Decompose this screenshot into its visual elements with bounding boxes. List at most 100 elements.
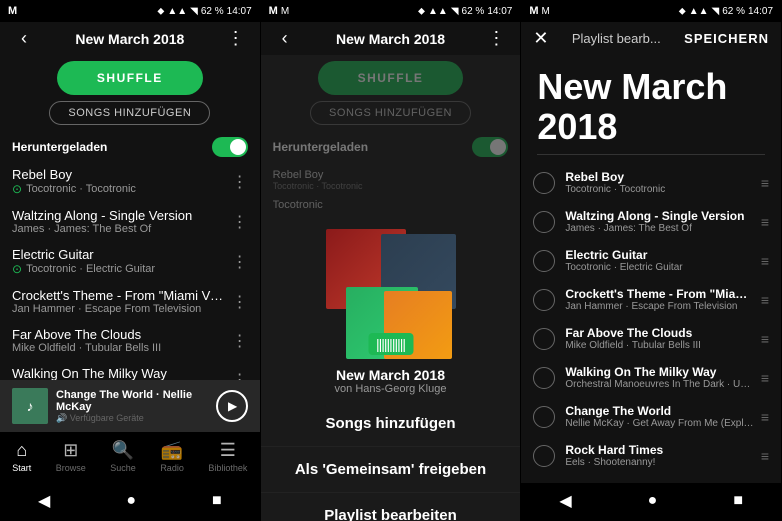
panel3-header: ✕ Playlist bearb... SPEICHERN	[521, 22, 781, 55]
track-more-3[interactable]: ⋮	[224, 252, 248, 272]
track-more-2[interactable]: ⋮	[224, 212, 248, 232]
track-more-5[interactable]: ⋮	[224, 331, 248, 351]
track-meta-4: Jan Hammer · Escape From Television	[12, 303, 224, 315]
drag-handle-3[interactable]: ≡	[755, 253, 769, 269]
android-back-1[interactable]: ◀	[18, 487, 70, 515]
edit-track-8[interactable]: Rock Hard Times Eels · Shootenanny! ≡	[521, 436, 781, 475]
back-icon-1[interactable]: ‹	[12, 28, 36, 49]
panel1-header: ‹ New March 2018 ⋮	[0, 22, 260, 55]
android-home-1[interactable]: ●	[106, 488, 156, 514]
remove-circle-7[interactable]	[533, 406, 555, 428]
nav-radio-1[interactable]: 📻 Radio	[160, 440, 184, 473]
remove-circle-1[interactable]	[533, 172, 555, 194]
shuffle-button-2[interactable]: SHUFFLE	[318, 61, 464, 95]
edit-track-1[interactable]: Rebel Boy Tocotronic · Tocotronic ≡	[521, 163, 781, 202]
browse-icon-1: ⊞	[63, 440, 78, 461]
nav-start-1[interactable]: ⌂ Start	[12, 440, 31, 473]
edit-track-7[interactable]: Change The World Nellie McKay · Get Away…	[521, 397, 781, 436]
android-recent-1[interactable]: ■	[192, 488, 242, 514]
speichern-button[interactable]: SPEICHERN	[684, 31, 769, 46]
drag-handle-2[interactable]: ≡	[755, 214, 769, 230]
bluetooth-icon-3: ⬥	[679, 6, 686, 17]
track-item-5[interactable]: Far Above The Clouds Mike Oldfield · Tub…	[0, 321, 260, 360]
download-toggle-2[interactable]	[472, 137, 508, 157]
section-label-text-1: Heruntergeladen	[12, 140, 107, 154]
bottom-player-1[interactable]: ♪ Change The World · Nellie McKay 🔊 Verf…	[0, 380, 260, 432]
signal-icon-1: ▲▲	[167, 6, 187, 17]
nav-browse-1[interactable]: ⊞ Browse	[56, 440, 86, 473]
download-icon-3: ⊙	[12, 262, 22, 276]
spotify-badge: |||||||||||	[368, 333, 413, 355]
status-bar-2: M M ⬥ ▲▲ ◥ 62 % 14:07	[261, 0, 521, 22]
edit-track-meta-8: Eels · Shootenanny!	[565, 457, 755, 468]
wifi-icon-3: ◥	[711, 6, 719, 17]
app-logo-1: M	[8, 5, 17, 17]
track-name-2: Waltzing Along - Single Version	[12, 208, 224, 223]
menu-gemeinsam-freigeben[interactable]: Als 'Gemeinsam' freigeben	[261, 447, 521, 493]
menu-playlist-bearbeiten[interactable]: Playlist bearbeiten	[261, 493, 521, 521]
android-back-3[interactable]: ◀	[539, 487, 591, 515]
edit-track-name-2: Waltzing Along - Single Version	[565, 209, 755, 223]
track-item-4[interactable]: Crockett's Theme - From "Miami Vice II" …	[0, 282, 260, 321]
track-name-1: Rebel Boy	[12, 167, 224, 182]
songs-hinzufugen-button-2[interactable]: SONGS HINZUFÜGEN	[310, 101, 471, 125]
back-icon-2[interactable]: ‹	[273, 28, 297, 49]
menu-songs-hinzufugen[interactable]: Songs hinzufügen	[261, 401, 521, 447]
playlist-title-large: New March 2018	[521, 55, 781, 154]
edit-track-5[interactable]: Far Above The Clouds Mike Oldfield · Tub…	[521, 319, 781, 358]
track-item-2[interactable]: Waltzing Along - Single Version James · …	[0, 202, 260, 241]
more-icon-1[interactable]: ⋮	[224, 28, 248, 49]
remove-circle-5[interactable]	[533, 328, 555, 350]
remove-circle-2[interactable]	[533, 211, 555, 233]
track-item-3[interactable]: Electric Guitar ⊙ Tocotronic · Electric …	[0, 241, 260, 282]
edit-track-name-4: Crockett's Theme - From "Miami Vice II..…	[565, 287, 755, 301]
more-icon-2[interactable]: ⋮	[484, 28, 508, 49]
wifi-icon-2: ◥	[451, 6, 459, 17]
time-3: 14:07	[748, 6, 773, 17]
nav-library-1[interactable]: ☰ Bibliothek	[208, 440, 247, 473]
track-more-1[interactable]: ⋮	[224, 172, 248, 192]
download-toggle-1[interactable]	[212, 137, 248, 157]
nav-browse-label-1: Browse	[56, 463, 86, 473]
track-item-1[interactable]: Rebel Boy ⊙ Tocotronic · Tocotronic ⋮	[0, 161, 260, 202]
songs-hinzufugen-button-1[interactable]: SONGS HINZUFÜGEN	[49, 101, 210, 125]
edit-track-name-3: Electric Guitar	[565, 248, 755, 262]
android-home-3[interactable]: ●	[628, 488, 678, 514]
edit-track-6[interactable]: Walking On The Milky Way Orchestral Mano…	[521, 358, 781, 397]
download-icon-1: ⊙	[12, 182, 22, 196]
panel-playlist: M ⬥ ▲▲ ◥ 62 % 14:07 ‹ New March 2018 ⋮ S…	[0, 0, 261, 521]
edit-track-meta-3: Tocotronic · Electric Guitar	[565, 262, 755, 273]
spotify-wave-icon: |||||||||||	[376, 336, 405, 352]
play-button-1[interactable]	[216, 390, 248, 422]
track-more-6[interactable]: ⋮	[224, 370, 248, 381]
wifi-icon-1: ◥	[190, 6, 198, 17]
shuffle-button-1[interactable]: SHUFFLE	[57, 61, 203, 95]
remove-circle-8[interactable]	[533, 445, 555, 467]
track-name-5: Far Above The Clouds	[12, 327, 224, 342]
drag-handle-8[interactable]: ≡	[755, 448, 769, 464]
edit-track-4[interactable]: Crockett's Theme - From "Miami Vice II..…	[521, 280, 781, 319]
nav-search-1[interactable]: 🔍 Suche	[110, 440, 136, 473]
status-bar-1: M ⬥ ▲▲ ◥ 62 % 14:07	[0, 0, 260, 22]
remove-circle-4[interactable]	[533, 289, 555, 311]
drag-handle-5[interactable]: ≡	[755, 331, 769, 347]
track-item-6[interactable]: Walking On The Milky Way Orchestral Mano…	[0, 360, 260, 380]
android-nav-1: ◀ ● ■	[0, 483, 260, 521]
drag-handle-1[interactable]: ≡	[755, 175, 769, 191]
drag-handle-4[interactable]: ≡	[755, 292, 769, 308]
track-meta-3: ⊙ Tocotronic · Electric Guitar	[12, 262, 224, 276]
edit-track-meta-4: Jan Hammer · Escape From Television	[565, 301, 755, 312]
remove-circle-6[interactable]	[533, 367, 555, 389]
drag-handle-6[interactable]: ≡	[755, 370, 769, 386]
svg-text:♪: ♪	[27, 398, 34, 414]
remove-circle-3[interactable]	[533, 250, 555, 272]
android-recent-3[interactable]: ■	[713, 488, 763, 514]
close-icon[interactable]: ✕	[533, 28, 548, 49]
app-logo-3: M	[529, 5, 538, 17]
edit-track-3[interactable]: Electric Guitar Tocotronic · Electric Gu…	[521, 241, 781, 280]
edit-track-2[interactable]: Waltzing Along - Single Version James · …	[521, 202, 781, 241]
drag-handle-7[interactable]: ≡	[755, 409, 769, 425]
edit-track-name-5: Far Above The Clouds	[565, 326, 755, 340]
track-more-4[interactable]: ⋮	[224, 292, 248, 312]
library-icon-1: ☰	[220, 440, 236, 461]
